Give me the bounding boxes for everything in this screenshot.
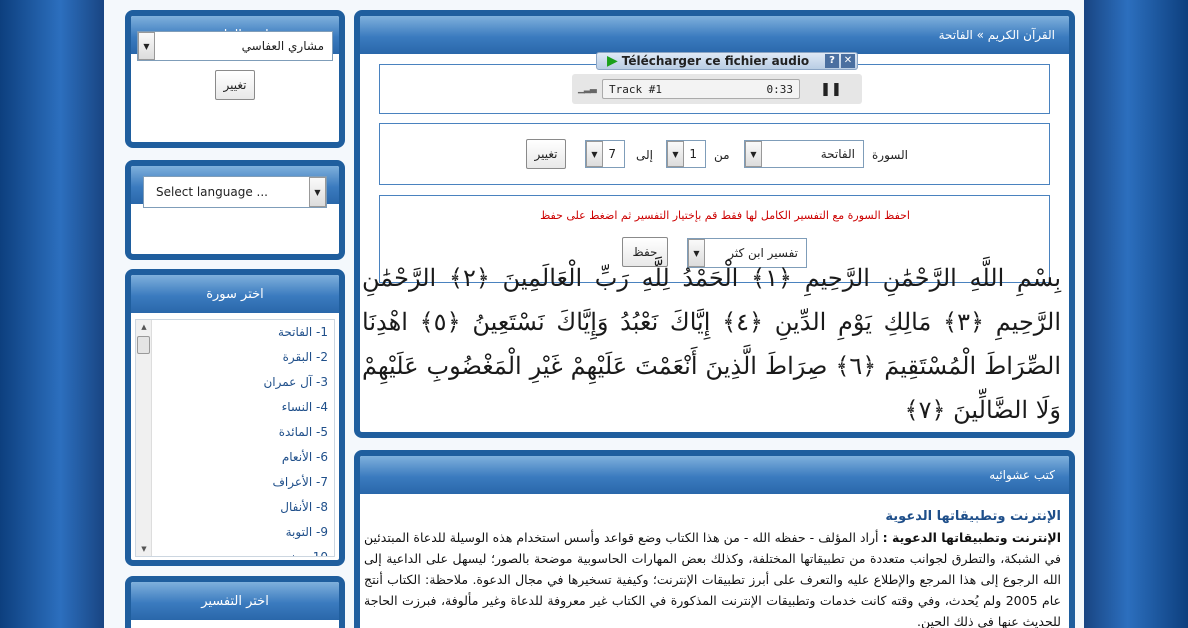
save-note: احفظ السورة مع التفسير الكامل لها فقط قم… [540,209,910,222]
help-icon[interactable]: ? [825,54,839,68]
chevron-down-icon: ▼ [309,177,326,207]
list-item[interactable]: 1- الفاتحة [136,320,328,345]
range-change-button[interactable]: تغيير [526,139,566,169]
breadcrumb[interactable]: القرآن الكريم » الفاتحة [360,16,1069,54]
list-item[interactable]: 5- المائدة [136,420,328,445]
quran-verses: بِسْمِ اللَّهِ الرَّحْمَٰنِ الرَّحِيمِ ﴿… [362,264,1062,424]
audio-download-bar[interactable]: ▶ Télécharger ce fichier audio ? ✕ [596,52,858,70]
surah-label: السورة [872,148,908,162]
list-item[interactable]: 9- التوبة [136,520,328,545]
chevron-down-icon: ▼ [667,141,684,167]
surah-box: اختر سورة 1- الفاتحة 2- البقرة 3- آل عمر… [125,269,345,566]
surah-select[interactable]: الفاتحة ▼ [744,140,864,168]
selector-panel: السورة الفاتحة ▼ من 1 ▼ إلى 7 ▼ تغيير [379,123,1050,185]
surah-box-title: اختر سورة [131,275,339,313]
list-item[interactable]: 10- يونس [136,545,328,556]
book-article: الإنترنت وتطبيقاتها الدعوية الإنترنت وتط… [364,506,1061,628]
reciter-change-button[interactable]: تغيير [215,70,255,100]
track-display: Track #1 0:33 [602,79,800,99]
tafsir-box: اختر التفسير [125,576,345,628]
random-books-box: كتب عشوائيه الإنترنت وتطبيقاتها الدعوية … [354,450,1075,628]
to-select[interactable]: 7 ▼ [585,140,625,168]
play-icon[interactable]: ▶ [597,53,622,69]
list-item[interactable]: 3- آل عمران [136,370,328,395]
list-item[interactable]: 8- الأنفال [136,495,328,520]
language-box: اختر اللغة Select language ... ▼ [125,160,345,260]
pause-icon[interactable]: ❚❚ [800,82,862,97]
surah-listbox[interactable]: 1- الفاتحة 2- البقرة 3- آل عمران 4- النس… [135,319,335,557]
reciter-select[interactable]: مشاري العفاسي ▼ [137,31,333,61]
book-lead: الإنترنت وتطبيقاتها الدعوية : [882,530,1061,545]
to-select-value: 7 [608,147,616,161]
surah-select-value: الفاتحة [820,147,855,161]
download-audio-label[interactable]: Télécharger ce fichier audio [622,54,825,68]
to-label: إلى [636,148,653,162]
scroll-down-icon[interactable]: ▼ [136,542,152,556]
from-select[interactable]: 1 ▼ [666,140,706,168]
list-item[interactable]: 4- النساء [136,395,328,420]
book-description: الإنترنت وتطبيقاتها الدعوية : أراد المؤل… [364,527,1061,628]
quran-box: القرآن الكريم » الفاتحة ▶ Télécharger ce… [354,10,1075,438]
list-item[interactable]: 7- الأعراف [136,470,328,495]
from-select-value: 1 [689,147,697,161]
list-item[interactable]: 2- البقرة [136,345,328,370]
track-time: 0:33 [766,82,794,96]
surah-list-scrollbar[interactable]: ▲ ▼ [136,320,152,556]
page-background-left [0,0,110,628]
random-books-title: كتب عشوائيه [360,456,1069,494]
language-select[interactable]: Select language ... ▼ [143,176,327,208]
close-icon[interactable]: ✕ [841,54,855,68]
volume-icon[interactable]: ▁▂▃ [572,84,602,94]
page-background-right [1078,0,1188,628]
scroll-up-icon[interactable]: ▲ [136,320,152,334]
tafsir-box-title: اختر التفسير [131,582,339,620]
reciter-box: اختر القارىء مشاري العفاسي ▼ تغيير [125,10,345,148]
audio-player[interactable]: ▁▂▃ Track #1 0:33 ❚❚ [572,74,862,104]
from-label: من [714,148,730,162]
language-select-value: Select language ... [156,185,268,199]
chevron-down-icon: ▼ [586,141,603,167]
chevron-down-icon: ▼ [745,141,762,167]
book-title[interactable]: الإنترنت وتطبيقاتها الدعوية [364,506,1061,527]
track-name: Track #1 [609,82,662,96]
reciter-select-value: مشاري العفاسي [241,39,324,53]
chevron-down-icon: ▼ [138,32,155,60]
scroll-thumb[interactable] [137,336,150,354]
list-item[interactable]: 6- الأنعام [136,445,328,470]
